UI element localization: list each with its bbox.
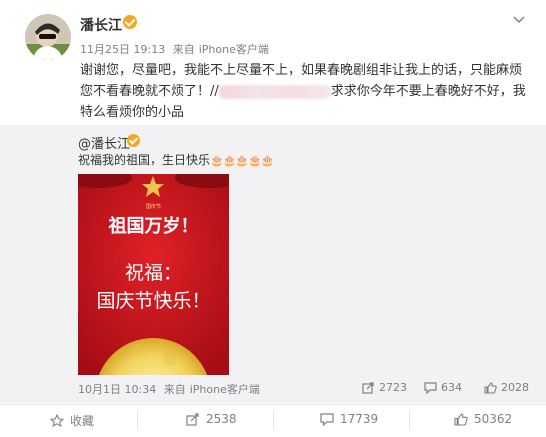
post-source[interactable]: iPhone客户端 — [199, 43, 269, 56]
verified-badge-icon — [123, 15, 137, 29]
favorite-label: 收藏 — [70, 414, 95, 428]
avatar[interactable] — [25, 14, 71, 60]
forward-icon — [362, 381, 374, 394]
poster-line1: 祖国万岁！ — [108, 216, 199, 237]
repost-source[interactable]: iPhone客户端 — [190, 383, 260, 396]
star-icon — [50, 414, 64, 427]
repost-meta: 10月1日 10:34 来自 iPhone客户端 — [78, 381, 264, 397]
repost-comment-count: 634 — [441, 381, 462, 394]
comment-icon — [424, 381, 437, 394]
poster-small-label: 国庆节 — [145, 204, 161, 210]
poster-line2: 祝福： — [124, 262, 182, 284]
repost-username[interactable]: @潘长江 — [78, 133, 130, 152]
forward-icon — [186, 412, 199, 426]
post-text: 谢谢您，尽量吧，我能不上尽量不上，如果春晚剧组非让我上的话，只能麻烦您不看春晚就… — [80, 60, 530, 123]
username[interactable]: 潘长江 — [80, 15, 122, 35]
blurred-username — [218, 84, 331, 99]
poster-line3: 国庆节快乐！ — [96, 290, 211, 312]
favorite-button[interactable]: 收藏 — [50, 412, 94, 429]
source-prefix: 来自 — [172, 43, 195, 56]
post-date[interactable]: 11月25日 19:13 — [80, 43, 165, 56]
thumbs-up-icon — [454, 412, 468, 426]
cake-icons: 🎂🎂🎂🎂🎂 — [210, 154, 274, 167]
like-button[interactable]: 50362 — [454, 412, 512, 426]
divider — [273, 410, 274, 430]
forward-button[interactable]: 2538 — [186, 412, 237, 426]
chevron-down-icon[interactable] — [513, 16, 525, 24]
comment-button[interactable]: 17739 — [320, 412, 378, 426]
repost-forward-button[interactable]: 2723 — [362, 381, 407, 394]
thumbs-up-icon — [484, 381, 497, 394]
repost-text-body: 祝福我的祖国，生日快乐 — [78, 153, 211, 167]
repost-date[interactable]: 10月1日 10:34 — [78, 383, 156, 396]
forward-count: 2538 — [206, 412, 237, 426]
weibo-post: 潘长江 11月25日 19:13 来自 iPhone客户端 谢谢您，尽量吧，我能不… — [0, 0, 546, 437]
national-day-poster[interactable]: 国庆节 祖国万岁！ 祝福： 国庆节快乐！ — [78, 174, 229, 375]
comment-icon — [320, 412, 334, 426]
divider — [409, 410, 410, 430]
post-meta: 11月25日 19:13 来自 iPhone客户端 — [80, 41, 273, 57]
repost-source-prefix: 来自 — [163, 383, 186, 396]
repost-comment-button[interactable]: 634 — [424, 381, 462, 394]
like-count: 50362 — [474, 412, 513, 426]
repost-text: 祝福我的祖国，生日快乐🎂🎂🎂🎂🎂 — [78, 151, 275, 168]
comment-count: 17739 — [340, 412, 379, 426]
repost-like-count: 2028 — [501, 381, 529, 394]
repost-verified-badge-icon — [127, 134, 140, 147]
repost-forward-count: 2723 — [379, 381, 407, 394]
divider — [137, 410, 138, 430]
repost-like-button[interactable]: 2028 — [484, 381, 529, 394]
